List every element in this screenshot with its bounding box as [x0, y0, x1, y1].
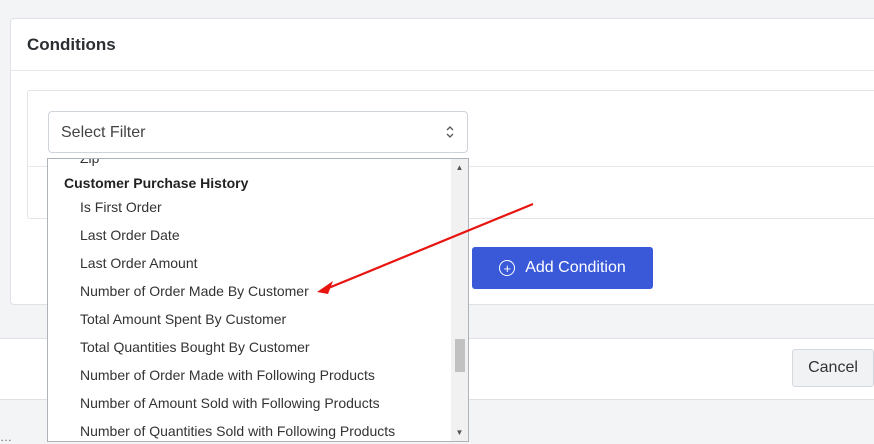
annotation-arrow: [317, 202, 534, 294]
